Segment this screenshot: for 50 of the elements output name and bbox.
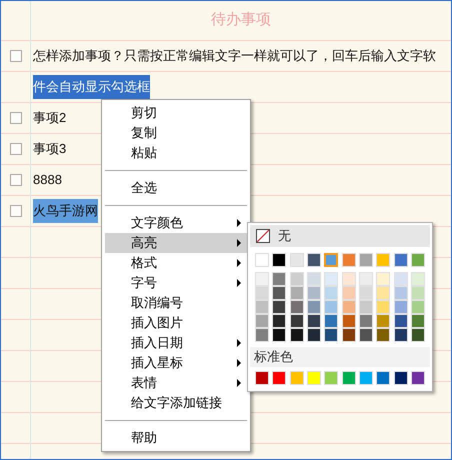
color-swatch[interactable] bbox=[376, 253, 390, 267]
color-swatch[interactable] bbox=[410, 371, 425, 385]
section-label: 标准色 bbox=[254, 348, 293, 366]
checkbox[interactable] bbox=[10, 50, 22, 62]
no-highlight-option[interactable]: 无 bbox=[250, 225, 430, 247]
task-text: 事项3 bbox=[33, 140, 66, 158]
color-swatch[interactable] bbox=[272, 371, 286, 385]
color-swatch[interactable] bbox=[376, 371, 390, 385]
task-text: 火鸟手游网 bbox=[33, 199, 98, 223]
task-text: 怎样添加事项？只需按正常编辑文字一样就可以了，回车后输入文字软 bbox=[33, 47, 436, 65]
menu-item[interactable]: 格式 bbox=[105, 253, 247, 273]
menu-item[interactable]: 给文字添加链接 bbox=[105, 393, 247, 413]
menu-item[interactable]: 帮助 bbox=[105, 428, 247, 448]
menu-item[interactable]: 插入图片 bbox=[105, 313, 247, 333]
task-text: 8888 bbox=[33, 171, 62, 189]
color-swatch[interactable] bbox=[394, 371, 408, 385]
color-swatch[interactable] bbox=[306, 253, 321, 267]
menu-item[interactable]: 插入日期 bbox=[105, 333, 247, 353]
task-text: 件会自动显示勾选框 bbox=[33, 75, 150, 99]
checkbox[interactable] bbox=[10, 205, 22, 217]
color-swatch[interactable] bbox=[342, 253, 356, 267]
color-swatch[interactable] bbox=[255, 371, 269, 385]
menu-item[interactable]: 字号 bbox=[105, 273, 247, 293]
menu-item[interactable]: 复制 bbox=[105, 123, 247, 143]
color-swatch[interactable] bbox=[290, 371, 304, 385]
color-swatch[interactable] bbox=[394, 253, 408, 267]
color-swatch[interactable] bbox=[410, 253, 425, 267]
menu-item[interactable]: 插入星标 bbox=[105, 353, 247, 373]
menu-item[interactable]: 取消编号 bbox=[105, 293, 247, 313]
menu-item[interactable]: 表情 bbox=[105, 373, 247, 393]
checkbox[interactable] bbox=[10, 143, 22, 155]
color-swatch[interactable] bbox=[324, 253, 338, 267]
menu-item[interactable]: 高亮 bbox=[105, 233, 247, 253]
color-swatch[interactable] bbox=[358, 371, 373, 385]
color-swatch[interactable] bbox=[290, 253, 304, 267]
color-swatch[interactable] bbox=[342, 371, 356, 385]
color-swatch[interactable] bbox=[255, 253, 269, 267]
list-title: 待办事项 bbox=[211, 10, 271, 30]
color-swatch[interactable] bbox=[272, 253, 286, 267]
menu-item[interactable]: 剪切 bbox=[105, 103, 247, 123]
color-swatch[interactable] bbox=[358, 253, 373, 267]
no-color-icon bbox=[256, 229, 270, 243]
menu-item[interactable]: 粘贴 bbox=[105, 143, 247, 163]
checkbox[interactable] bbox=[10, 174, 22, 186]
menu-item[interactable]: 文字颜色 bbox=[105, 213, 247, 233]
menu-item[interactable]: 全选 bbox=[105, 178, 247, 198]
color-swatch[interactable] bbox=[306, 371, 321, 385]
task-text: 事项2 bbox=[33, 109, 66, 127]
checkbox[interactable] bbox=[10, 112, 22, 124]
color-swatch[interactable] bbox=[324, 371, 338, 385]
